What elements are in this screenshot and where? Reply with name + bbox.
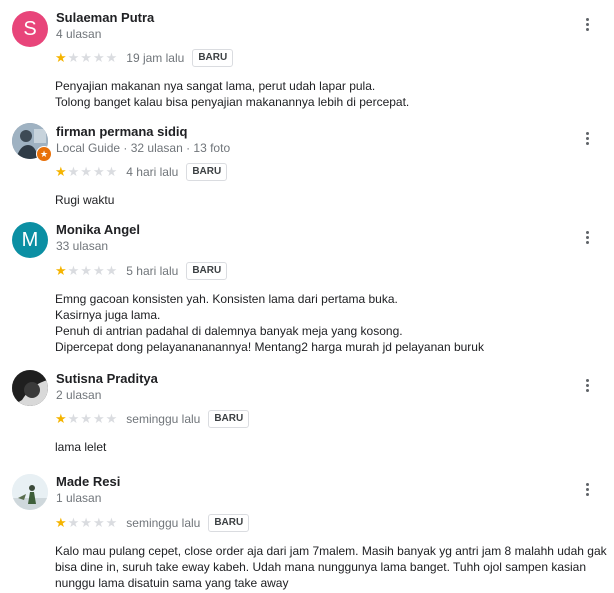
review-text: Kalo mau pulang cepet, close order aja d… [55, 543, 607, 591]
avatar[interactable]: M [12, 222, 48, 258]
review-text-line: lama lelet [55, 440, 107, 454]
more-options-icon[interactable] [579, 375, 595, 395]
new-badge: BARU [208, 410, 250, 428]
review-text-line: Tolong banget kalau bisa penyajian makan… [55, 95, 410, 109]
new-badge: BARU [186, 262, 228, 280]
avatar-letter: S [23, 17, 37, 40]
new-badge: BARU [208, 514, 250, 532]
review-text-line: Dipercepat dong pelayanananannya! Mentan… [55, 340, 484, 354]
review-text: Penyajian makanan nya sangat lama, perut… [55, 78, 409, 110]
review-time: seminggu lalu [126, 412, 201, 426]
reviewer-meta: 2 ulasan [56, 388, 102, 402]
star-rating: ★★★★★ [55, 263, 119, 278]
profile-photo-icon [12, 474, 48, 510]
avatar[interactable] [12, 370, 48, 406]
rating-row: ★★★★★ seminggu lalu BARU [55, 410, 250, 428]
review-text: Emng gacoan konsisten yah. Konsisten lam… [55, 291, 484, 355]
more-options-icon[interactable] [579, 479, 595, 499]
review-text-line: Penyajian makanan nya sangat lama, perut… [55, 79, 376, 93]
avatar[interactable] [12, 474, 48, 510]
more-options-icon[interactable] [579, 14, 595, 34]
star-rating: ★★★★★ [55, 164, 119, 179]
review-time: 5 hari lalu [126, 264, 179, 278]
rating-row: ★★★★★ seminggu lalu BARU [55, 514, 250, 532]
avatar-letter: M [21, 228, 39, 251]
review-time: 4 hari lalu [126, 165, 179, 179]
profile-photo-icon [12, 370, 48, 406]
review-text-line: nunggu lama disatuin sama yang take away [55, 576, 289, 590]
reviewer-meta: 33 ulasan [56, 239, 109, 253]
reviewer-meta: Local Guide · 32 ulasan · 13 foto [56, 141, 231, 155]
review-time: 19 jam lalu [126, 51, 185, 65]
review-text-line: Rugi waktu [55, 193, 115, 207]
review-text-line: Penuh di antrian padahal di dalemnya ban… [55, 324, 403, 338]
new-badge: BARU [186, 163, 228, 181]
review-text-line: Kalo mau pulang cepet, close order aja d… [55, 544, 607, 558]
new-badge: BARU [192, 49, 234, 67]
local-guide-badge-icon: ★ [36, 146, 52, 162]
star-rating: ★★★★★ [55, 411, 119, 426]
review-text: Rugi waktu [55, 192, 114, 208]
more-options-icon[interactable] [579, 128, 595, 148]
star-rating: ★★★★★ [55, 50, 119, 65]
reviewer-name[interactable]: Monika Angel [56, 222, 140, 237]
star-rating: ★★★★★ [55, 515, 119, 530]
review-text-line: bisa dine in, suruh take eway kabeh. Uda… [55, 560, 587, 574]
rating-row: ★★★★★ 19 jam lalu BARU [55, 49, 234, 67]
reviewer-name[interactable]: Made Resi [56, 474, 120, 489]
reviewer-meta: 4 ulasan [56, 27, 102, 41]
reviewer-name[interactable]: Sulaeman Putra [56, 10, 154, 25]
avatar[interactable]: S [12, 11, 48, 47]
reviewer-name[interactable]: firman permana sidiq [56, 124, 187, 139]
review-text-line: Emng gacoan konsisten yah. Konsisten lam… [55, 292, 398, 306]
rating-row: ★★★★★ 4 hari lalu BARU [55, 163, 228, 181]
rating-row: ★★★★★ 5 hari lalu BARU [55, 262, 228, 280]
review-text-line: Kasirnya juga lama. [55, 308, 161, 322]
more-options-icon[interactable] [579, 227, 595, 247]
review-time: seminggu lalu [126, 516, 201, 530]
reviewer-meta: 1 ulasan [56, 491, 102, 505]
reviewer-name[interactable]: Sutisna Praditya [56, 371, 158, 386]
review-text: lama lelet [55, 439, 106, 455]
